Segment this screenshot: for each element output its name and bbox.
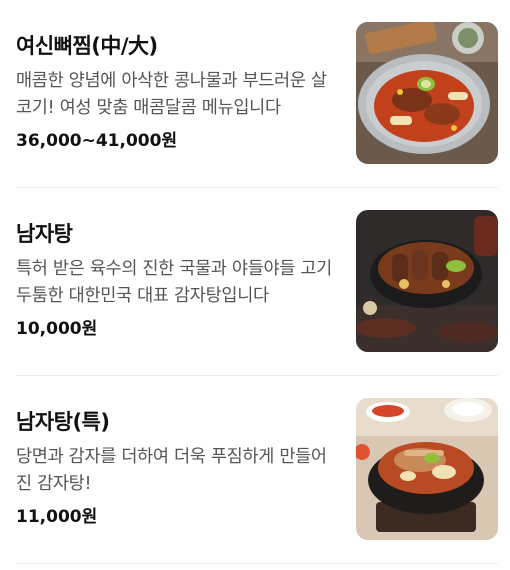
menu-item[interactable]: 남자탕 특허 받은 육수의 진한 국물과 야들야들 고기 두툼한 대한민국 대표… [0,188,510,376]
pork-bone-soup-image[interactable] [356,210,498,352]
menu-item[interactable]: 남자탕(특) 당면과 감자를 더하여 더욱 푸짐하게 만들어진 감자탕! 11,… [0,376,510,564]
menu-item-name: 여신뼈찜(中/大) [16,34,158,58]
special-pork-bone-soup-illustration [356,398,498,540]
braised-pork-bone-dish-image[interactable] [356,22,498,164]
menu-item-price: 11,000원 [16,507,98,527]
divider [16,563,498,564]
menu-item[interactable]: 여신뼈찜(中/大) 매콤한 양념에 아삭한 콩나물과 부드러운 살코기! 여성 … [0,0,510,188]
braised-pork-bone-dish-illustration [356,22,498,164]
menu-item-name: 남자탕 [16,222,73,246]
menu-item-price: 36,000~41,000원 [16,131,178,151]
special-pork-bone-soup-image[interactable] [356,398,498,540]
menu-item-description: 당면과 감자를 더하여 더욱 푸짐하게 만들어진 감자탕! [16,447,327,494]
menu-item-name: 남자탕(특) [16,410,110,434]
menu-item-price: 10,000원 [16,319,98,339]
pork-bone-soup-illustration [356,210,498,352]
menu-item-description: 특허 받은 육수의 진한 국물과 야들야들 고기 두툼한 대한민국 대표 감자탕… [16,259,332,306]
menu-list: 여신뼈찜(中/大) 매콤한 양념에 아삭한 콩나물과 부드러운 살코기! 여성 … [0,0,510,570]
menu-item-description: 매콤한 양념에 아삭한 콩나물과 부드러운 살코기! 여성 맞춤 매콤달콤 메뉴… [16,71,327,118]
